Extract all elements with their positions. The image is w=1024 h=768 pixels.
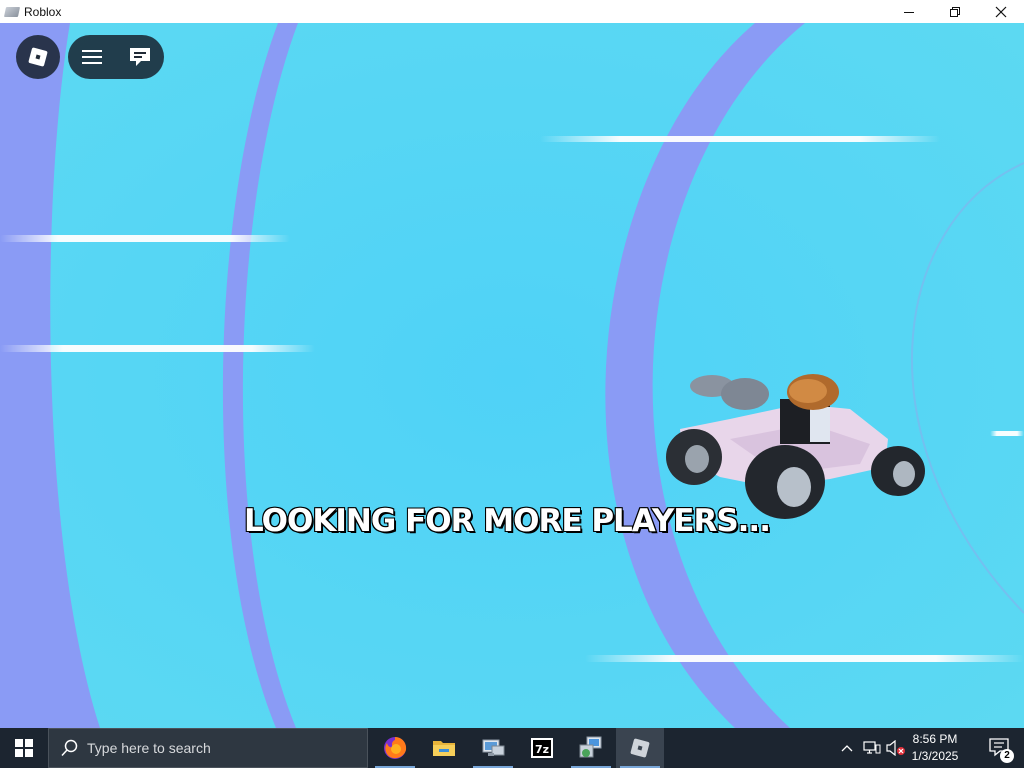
game-viewport[interactable]: LOOKING FOR MORE PLAYERS...	[0, 23, 1024, 728]
chat-button[interactable]	[116, 35, 164, 79]
restore-icon	[950, 6, 960, 17]
roblox-app-icon	[3, 6, 21, 17]
tray-network[interactable]	[860, 728, 884, 768]
speed-streak	[0, 345, 315, 352]
taskbar-app-file-explorer[interactable]	[420, 728, 468, 768]
minimize-icon	[904, 11, 914, 13]
taskbar-app-roblox[interactable]	[616, 728, 664, 768]
speed-streak	[540, 136, 940, 142]
player-kart	[666, 374, 925, 519]
chevron-up-icon	[841, 745, 853, 752]
file-explorer-icon	[433, 741, 455, 756]
network-computer-icon	[482, 739, 505, 756]
taskbar-search-box[interactable]: Type here to search	[48, 728, 368, 768]
close-icon	[995, 6, 1007, 17]
taskbar-app-network[interactable]	[469, 728, 517, 768]
7zip-label: 7z	[535, 743, 549, 756]
window-title: Roblox	[24, 4, 62, 19]
notification-center-button[interactable]: 2	[988, 736, 1014, 763]
restore-button[interactable]	[932, 0, 978, 23]
start-button[interactable]	[0, 728, 48, 768]
search-placeholder: Type here to search	[87, 740, 211, 756]
notification-count-badge: 2	[1000, 749, 1014, 763]
close-button[interactable]	[978, 0, 1024, 23]
menu-button[interactable]	[68, 35, 116, 79]
roblox-icon	[630, 738, 650, 758]
status-label: LOOKING FOR MORE PLAYERS...	[243, 502, 772, 540]
taskbar-app-7zip[interactable]: 7z	[518, 728, 566, 768]
minimize-button[interactable]	[886, 0, 932, 23]
clock-date: 1/3/2025	[911, 749, 959, 763]
network-setup-icon	[579, 736, 602, 758]
roblox-menu-button[interactable]	[16, 35, 60, 79]
tray-show-hidden[interactable]	[836, 728, 858, 768]
search-icon	[61, 739, 78, 757]
window-controls	[886, 0, 1024, 23]
hamburger-menu-icon	[82, 50, 102, 64]
speed-streak	[585, 655, 1024, 662]
hud-controls	[68, 35, 164, 79]
roblox-logo-icon	[28, 47, 48, 67]
title-bar[interactable]: Roblox	[0, 0, 1024, 23]
taskbar-app-firefox[interactable]	[371, 728, 419, 768]
speed-streak	[0, 235, 290, 242]
clock-time: 8:56 PM	[912, 732, 958, 746]
windows-logo-icon	[15, 739, 33, 757]
7zip-icon: 7z	[531, 738, 553, 758]
matchmaking-status: LOOKING FOR MORE PLAYERS...	[0, 502, 1024, 540]
taskbar-clock[interactable]: 8:56 PM 1/3/2025	[900, 731, 970, 765]
taskbar: Type here to search 7z 8:56 PM 1/3/2025 …	[0, 728, 1024, 768]
taskbar-app-network-setup[interactable]	[567, 728, 615, 768]
network-icon	[863, 741, 881, 754]
speed-streak	[990, 431, 1024, 436]
firefox-icon	[384, 737, 407, 759]
chat-icon	[130, 48, 150, 66]
